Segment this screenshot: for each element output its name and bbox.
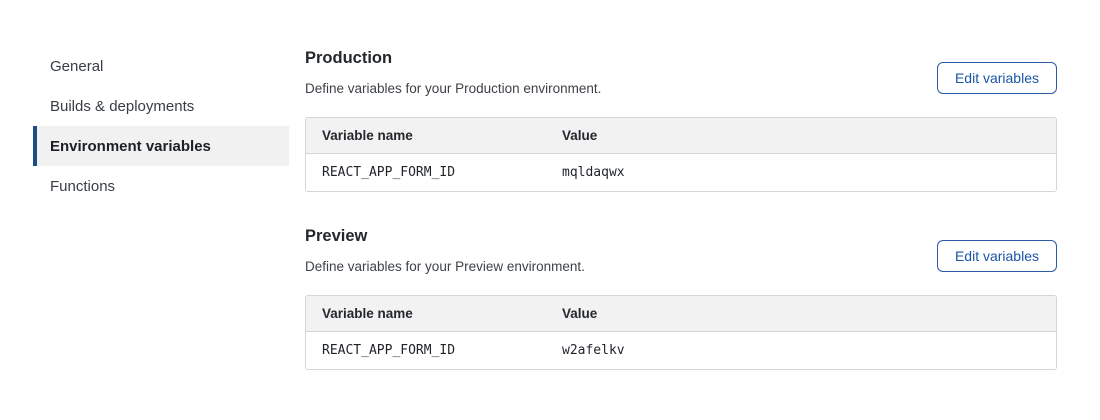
- variable-name-cell: REACT_APP_FORM_ID: [306, 332, 546, 369]
- sidebar-item-general[interactable]: General: [33, 46, 289, 86]
- sidebar-item-label: Environment variables: [50, 138, 211, 155]
- variable-name-column-header: Variable name: [306, 118, 546, 154]
- variable-name-column-header: Variable name: [306, 296, 546, 332]
- sidebar-item-label: General: [50, 58, 103, 75]
- preview-edit-variables-button[interactable]: Edit variables: [937, 240, 1057, 272]
- production-edit-variables-button[interactable]: Edit variables: [937, 62, 1057, 94]
- table-header-row: Variable name Value: [306, 118, 1056, 154]
- preview-section: Preview Define variables for your Previe…: [305, 222, 1057, 370]
- preview-header-text: Preview Define variables for your Previe…: [305, 222, 585, 275]
- value-column-header: Value: [546, 296, 1056, 332]
- preview-description: Define variables for your Preview enviro…: [305, 259, 585, 275]
- sidebar-item-environment-variables[interactable]: Environment variables: [33, 126, 289, 166]
- table-header-row: Variable name Value: [306, 296, 1056, 332]
- preview-variables-table: Variable name Value REACT_APP_FORM_ID w2…: [305, 295, 1057, 370]
- variable-value-cell: w2afelkv: [546, 332, 1056, 369]
- environment-variables-content: Production Define variables for your Pro…: [305, 44, 1057, 400]
- settings-page: General Builds & deployments Environment…: [0, 0, 1100, 420]
- table-row: REACT_APP_FORM_ID w2afelkv: [306, 332, 1056, 369]
- production-title: Production: [305, 48, 601, 68]
- preview-title: Preview: [305, 226, 585, 246]
- production-section-header: Production Define variables for your Pro…: [305, 44, 1057, 97]
- production-section: Production Define variables for your Pro…: [305, 44, 1057, 192]
- production-header-text: Production Define variables for your Pro…: [305, 44, 601, 97]
- sidebar-item-functions[interactable]: Functions: [33, 166, 289, 206]
- table-row: REACT_APP_FORM_ID mqldaqwx: [306, 154, 1056, 191]
- value-column-header: Value: [546, 118, 1056, 154]
- variable-name-cell: REACT_APP_FORM_ID: [306, 154, 546, 191]
- preview-section-header: Preview Define variables for your Previe…: [305, 222, 1057, 275]
- sidebar-item-label: Functions: [50, 178, 115, 195]
- settings-sidebar: General Builds & deployments Environment…: [33, 46, 289, 206]
- sidebar-item-builds-deployments[interactable]: Builds & deployments: [33, 86, 289, 126]
- production-variables-table: Variable name Value REACT_APP_FORM_ID mq…: [305, 117, 1057, 192]
- sidebar-item-label: Builds & deployments: [50, 98, 194, 115]
- variable-value-cell: mqldaqwx: [546, 154, 1056, 191]
- production-description: Define variables for your Production env…: [305, 81, 601, 97]
